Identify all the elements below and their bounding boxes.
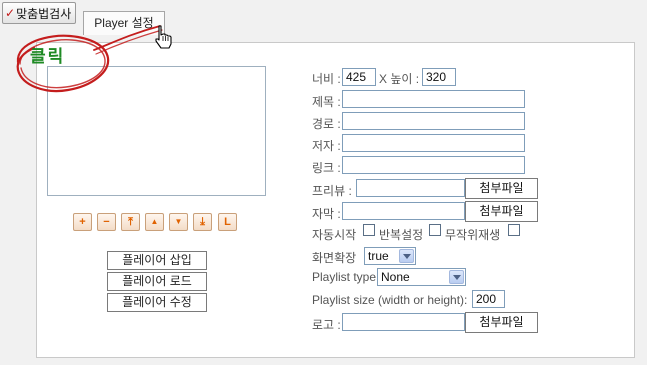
playlist-size-input[interactable]: 200 — [472, 290, 505, 308]
logo-label: 로고 : — [312, 318, 341, 332]
load-player-button[interactable]: 플레이어 로드 — [107, 272, 207, 291]
chevron-down-icon — [399, 249, 414, 263]
shuffle-label: 무작위재생 — [445, 228, 501, 242]
logo-input[interactable] — [342, 313, 465, 331]
spellcheck-icon: ✓ — [5, 6, 16, 20]
title-input[interactable] — [342, 90, 525, 108]
autoplay-label: 자동시작 — [312, 228, 357, 242]
playlist-type-label: Playlist type — [312, 270, 377, 284]
fullscreen-label: 화면확장 — [312, 251, 357, 265]
chevron-down-icon — [449, 270, 464, 284]
insert-player-button[interactable]: 플레이어 삽입 — [107, 251, 207, 270]
playlist-type-select-value: None — [381, 270, 410, 284]
subtitle-attach-button[interactable]: 첨부파일 — [465, 201, 538, 222]
autoplay-checkbox[interactable] — [363, 224, 375, 236]
width-input[interactable]: 425 — [342, 68, 376, 86]
repeat-checkbox[interactable] — [429, 224, 441, 236]
click-callout-text: 클릭 — [30, 47, 66, 66]
spellcheck-label: 맞춤법검사 — [16, 6, 72, 21]
path-input[interactable] — [342, 112, 525, 130]
repeat-label: 반복설정 — [379, 228, 424, 242]
author-input[interactable] — [342, 134, 525, 152]
link-input[interactable] — [342, 156, 525, 174]
link-label: 링크 : — [312, 161, 341, 175]
large-button[interactable]: L — [218, 213, 237, 231]
preview-input[interactable] — [356, 179, 465, 197]
path-label: 경로 : — [312, 117, 341, 131]
subtitle-label: 자막 : — [312, 207, 341, 221]
move-bottom-button[interactable]: ⤓ — [193, 213, 212, 231]
hand-pointer-icon — [155, 25, 172, 49]
subtitle-input[interactable] — [342, 202, 465, 220]
logo-attach-button[interactable]: 첨부파일 — [465, 312, 538, 333]
preview-label: 프리뷰 : — [312, 184, 352, 198]
move-down-button[interactable]: ▼ — [169, 213, 188, 231]
title-label: 제목 : — [312, 95, 341, 109]
height-label: X 높이 : — [379, 72, 420, 86]
author-label: 저자 : — [312, 139, 341, 153]
playlist-size-label: Playlist size (width or height): — [312, 293, 468, 307]
shuffle-checkbox[interactable] — [508, 224, 520, 236]
fullscreen-select[interactable]: true — [364, 247, 416, 265]
playlist-type-select[interactable]: None — [377, 268, 466, 286]
preview-attach-button[interactable]: 첨부파일 — [465, 178, 538, 199]
edit-player-button[interactable]: 플레이어 수정 — [107, 293, 207, 312]
fullscreen-select-value: true — [368, 249, 389, 263]
height-input[interactable]: 320 — [422, 68, 456, 86]
move-top-button[interactable]: ⤒ — [121, 213, 140, 231]
move-up-button[interactable]: ▲ — [145, 213, 164, 231]
width-label: 너비 : — [312, 72, 341, 86]
zoom-out-button[interactable]: − — [97, 213, 116, 231]
zoom-in-button[interactable]: + — [73, 213, 92, 231]
spellcheck-button[interactable]: ✓ 맞춤법검사 — [2, 2, 76, 24]
